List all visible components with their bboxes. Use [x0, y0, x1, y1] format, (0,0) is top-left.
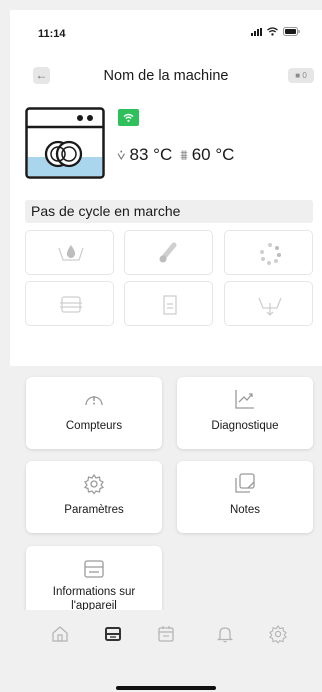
drain-arrow-icon	[258, 297, 282, 316]
counters-label: Compteurs	[65, 420, 123, 432]
alert-icon: ■	[295, 71, 301, 80]
notification-badge-button[interactable]: ■ 0	[288, 68, 314, 83]
cycle-status-bar: Pas de cycle en marche	[25, 200, 313, 223]
wash-temperature: 83 °C	[129, 145, 173, 164]
water-drop-basin-icon	[58, 245, 84, 261]
rotating-cycle-icon	[260, 243, 281, 265]
bell-icon[interactable]	[215, 624, 235, 644]
home-icon[interactable]	[50, 624, 70, 644]
counter-gauge-icon	[85, 396, 103, 406]
page-title: Nom de la machine	[103, 68, 229, 84]
trend-chart-icon	[235, 390, 254, 409]
device-info-label: Informations sur l'appareil	[52, 586, 136, 612]
counters-card[interactable]: Compteurs	[26, 377, 162, 449]
notes-icon	[235, 473, 255, 493]
notes-card[interactable]: Notes	[177, 461, 313, 533]
machine-icon[interactable]	[103, 624, 123, 644]
diagnostics-label: Diagnostique	[211, 420, 279, 432]
program-button[interactable]	[124, 281, 213, 326]
home-indicator	[116, 686, 216, 690]
gear-icon	[83, 473, 105, 495]
thermometer-icon	[159, 242, 177, 263]
wifi-icon	[267, 27, 278, 36]
rinse-tank-icon: ⩩	[180, 147, 188, 163]
wifi-icon	[123, 113, 134, 122]
drawer-icon	[60, 296, 82, 313]
diagnostics-card[interactable]: Diagnostique	[177, 377, 313, 449]
rinse-temperature: 60 °C	[191, 145, 235, 164]
status-indicators	[251, 27, 300, 36]
navigation-bar: ← Nom de la machine ■ 0	[10, 62, 322, 94]
program-button[interactable]	[124, 230, 213, 275]
device-info-icon	[84, 560, 104, 578]
battery-icon	[283, 27, 300, 36]
machine-header-section: 11:14 ← Nom de la machine ■ 0 ⩒ 83 °C ⩩ …	[10, 10, 322, 366]
calendar-icon[interactable]	[156, 624, 176, 644]
settings-card[interactable]: Paramètres	[26, 461, 162, 533]
dishwasher-illustration-icon	[25, 107, 105, 179]
notes-label: Notes	[229, 504, 261, 516]
status-time: 11:14	[38, 28, 66, 40]
program-button[interactable]	[25, 230, 114, 275]
signal-icon	[251, 28, 262, 36]
program-button[interactable]	[224, 230, 313, 275]
temperature-readouts: ⩒ 83 °C ⩩ 60 °C	[117, 145, 234, 165]
tab-bar	[10, 610, 322, 692]
badge-count: 0	[302, 71, 307, 80]
thermometer-icon: ⩒	[117, 147, 126, 163]
connectivity-badge	[118, 109, 139, 126]
cabinet-icon	[163, 295, 177, 315]
settings-label: Paramètres	[64, 504, 124, 516]
status-bar: 11:14	[10, 10, 322, 50]
program-button[interactable]	[25, 281, 114, 326]
app-screen: 11:14 ← Nom de la machine ■ 0 ⩒ 83 °C ⩩ …	[10, 10, 322, 692]
gear-icon[interactable]	[268, 624, 288, 644]
program-button[interactable]	[224, 281, 313, 326]
